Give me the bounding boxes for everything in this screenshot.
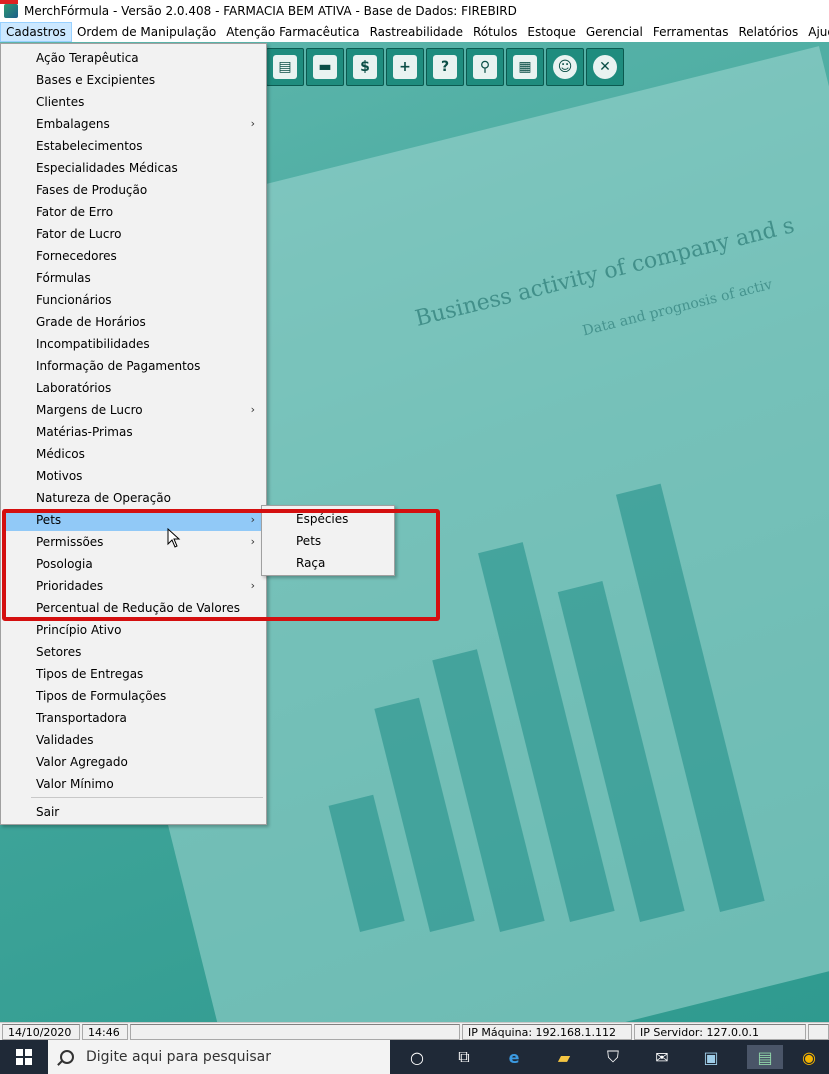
menu-item-sair[interactable]: Sair xyxy=(3,801,265,823)
menu-item-margens-de-lucro[interactable]: Margens de Lucro › xyxy=(3,399,265,421)
remote-desktop-icon[interactable]: ▣ xyxy=(698,1045,724,1069)
search-document-icon[interactable]: ⚲ xyxy=(466,48,504,86)
menu-ferramentas[interactable]: Ferramentas xyxy=(648,22,734,42)
menu-rastreabilidade[interactable]: Rastreabilidade xyxy=(365,22,468,42)
menu-item-fator-de-erro[interactable]: Fator de Erro xyxy=(3,201,265,223)
menu-item-materias-primas[interactable]: Matérias-Primas xyxy=(3,421,265,443)
windows-taskbar: Digite aqui para pesquisar ○ ⧉ e ▰ ⛉ ✉ ▣… xyxy=(0,1040,829,1074)
file-explorer-icon[interactable]: ▰ xyxy=(551,1045,577,1069)
menu-atencao-farmaceutica[interactable]: Atenção Farmacêutica xyxy=(221,22,364,42)
menu-bar: Cadastros Ordem de Manipulação Atenção F… xyxy=(0,22,829,42)
highlight-annotation xyxy=(2,509,440,621)
menu-item-principio-ativo[interactable]: Princípio Ativo xyxy=(3,619,265,641)
status-date: 14/10/2020 xyxy=(2,1024,80,1040)
menu-item-motivos[interactable]: Motivos xyxy=(3,465,265,487)
menu-item-laboratorios[interactable]: Laboratórios xyxy=(3,377,265,399)
menu-item-bases-e-excipientes[interactable]: Bases e Excipientes xyxy=(3,69,265,91)
menu-item-estabelecimentos[interactable]: Estabelecimentos xyxy=(3,135,265,157)
status-extra-cell xyxy=(808,1024,829,1040)
menu-relatorios[interactable]: Relatórios xyxy=(733,22,803,42)
mail-icon[interactable]: ✉ xyxy=(649,1045,675,1069)
chevron-right-icon: › xyxy=(250,403,255,416)
status-empty-cell xyxy=(130,1024,460,1040)
menu-ajuda[interactable]: Ajuda xyxy=(803,22,829,42)
chevron-right-icon: › xyxy=(250,117,255,130)
status-time: 14:46 xyxy=(82,1024,128,1040)
menu-item-setores[interactable]: Setores xyxy=(3,641,265,663)
cadastros-dropdown: Ação Terapêutica Bases e Excipientes Cli… xyxy=(0,43,267,825)
menu-item-formulas[interactable]: Fórmulas xyxy=(3,267,265,289)
status-ip-server: IP Servidor: 127.0.0.1 xyxy=(634,1024,806,1040)
menu-item-incompatibilidades[interactable]: Incompatibilidades xyxy=(3,333,265,355)
merchformula-taskbar-icon[interactable]: ▤ xyxy=(747,1045,783,1069)
menu-item-informacao-de-pagamentos[interactable]: Informação de Pagamentos xyxy=(3,355,265,377)
menu-item-valor-agregado[interactable]: Valor Agregado xyxy=(3,751,265,773)
search-icon xyxy=(60,1050,74,1064)
folder-icon[interactable]: ▬ xyxy=(306,48,344,86)
menu-item-fornecedores[interactable]: Fornecedores xyxy=(3,245,265,267)
app-icon xyxy=(0,0,18,18)
taskbar-search-box[interactable]: Digite aqui para pesquisar xyxy=(48,1040,390,1074)
window-title: MerchFórmula - Versão 2.0.408 - FARMACIA… xyxy=(24,4,517,18)
store-icon[interactable]: ⛉ xyxy=(600,1045,626,1069)
menu-item-funcionarios[interactable]: Funcionários xyxy=(3,289,265,311)
edge-browser-icon[interactable]: e xyxy=(501,1045,527,1069)
menu-gerencial[interactable]: Gerencial xyxy=(581,22,648,42)
chrome-browser-icon[interactable]: ◉ xyxy=(796,1045,822,1069)
menu-item-grade-de-horarios[interactable]: Grade de Horários xyxy=(3,311,265,333)
windows-logo-icon xyxy=(16,1049,32,1065)
cortana-icon[interactable]: ○ xyxy=(404,1045,430,1069)
menu-item-fases-de-producao[interactable]: Fases de Produção xyxy=(3,179,265,201)
menu-item-embalagens[interactable]: Embalagens › xyxy=(3,113,265,135)
user-chat-icon[interactable]: ☺ xyxy=(546,48,584,86)
status-ip-machine: IP Máquina: 192.168.1.112 xyxy=(462,1024,632,1040)
menu-item-validades[interactable]: Validades xyxy=(3,729,265,751)
document-icon[interactable]: ▤ xyxy=(266,48,304,86)
status-bar: 14/10/2020 14:46 IP Máquina: 192.168.1.1… xyxy=(0,1022,829,1040)
menu-ordem-de-manipulacao[interactable]: Ordem de Manipulação xyxy=(72,22,221,42)
menu-item-fator-de-lucro[interactable]: Fator de Lucro xyxy=(3,223,265,245)
menu-item-transportadora[interactable]: Transportadora xyxy=(3,707,265,729)
money-document-icon[interactable]: $ xyxy=(346,48,384,86)
menu-rotulos[interactable]: Rótulos xyxy=(468,22,522,42)
calculator-icon[interactable]: ▦ xyxy=(506,48,544,86)
start-button[interactable] xyxy=(0,1040,48,1074)
search-placeholder: Digite aqui para pesquisar xyxy=(86,1049,272,1065)
menu-item-medicos[interactable]: Médicos xyxy=(3,443,265,465)
menu-item-clientes[interactable]: Clientes xyxy=(3,91,265,113)
add-document-icon[interactable]: + xyxy=(386,48,424,86)
menu-separator xyxy=(31,797,263,798)
menu-item-tipos-de-entregas[interactable]: Tipos de Entregas xyxy=(3,663,265,685)
menu-item-especialidades-medicas[interactable]: Especialidades Médicas xyxy=(3,157,265,179)
menu-item-natureza-de-operacao[interactable]: Natureza de Operação xyxy=(3,487,265,509)
help-document-icon[interactable]: ? xyxy=(426,48,464,86)
close-icon[interactable]: ✕ xyxy=(586,48,624,86)
toolbar: ▤ ▬ $ + ? ⚲ ▦ ☺ ✕ xyxy=(266,48,624,88)
menu-cadastros[interactable]: Cadastros xyxy=(0,22,72,42)
menu-item-tipos-de-formulacoes[interactable]: Tipos de Formulações xyxy=(3,685,265,707)
menu-item-valor-minimo[interactable]: Valor Mínimo xyxy=(3,773,265,795)
menu-item-acao-terapeutica[interactable]: Ação Terapêutica xyxy=(3,47,265,69)
task-view-icon[interactable]: ⧉ xyxy=(451,1045,477,1069)
menu-estoque[interactable]: Estoque xyxy=(522,22,581,42)
title-bar: MerchFórmula - Versão 2.0.408 - FARMACIA… xyxy=(0,0,829,22)
mouse-cursor-icon xyxy=(167,528,181,548)
